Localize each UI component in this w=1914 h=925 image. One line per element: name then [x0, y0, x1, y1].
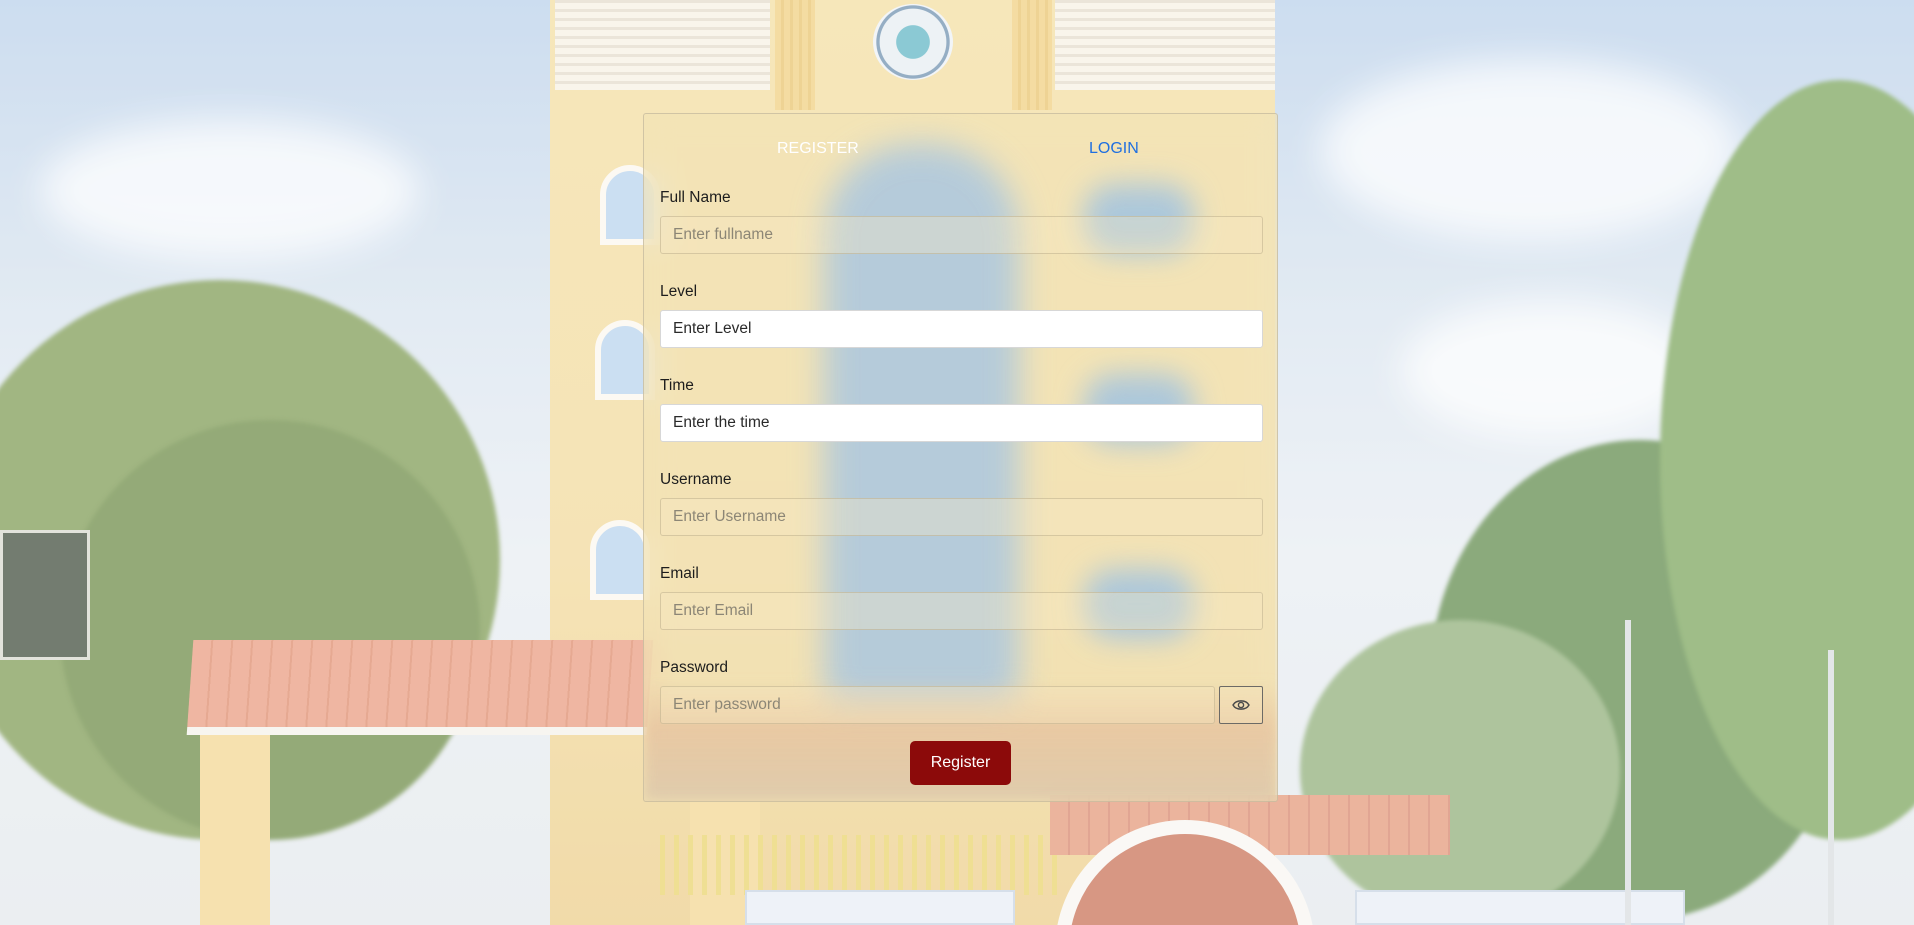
fullname-group: Full Name: [660, 189, 1263, 254]
tab-login[interactable]: LOGIN: [1089, 140, 1139, 158]
username-input[interactable]: [660, 498, 1263, 536]
username-label: Username: [660, 471, 732, 488]
time-group: Time: [660, 377, 1263, 442]
register-card: REGISTER LOGIN Full Name Level Time User…: [643, 113, 1278, 802]
password-group: Password: [660, 659, 1263, 724]
level-group: Level: [660, 283, 1263, 348]
email-input[interactable]: [660, 592, 1263, 630]
username-group: Username: [660, 471, 1263, 536]
password-input[interactable]: [660, 686, 1215, 724]
password-wrapper: [660, 686, 1263, 724]
email-label: Email: [660, 565, 699, 582]
toggle-password-button[interactable]: [1219, 686, 1263, 724]
tab-register[interactable]: REGISTER: [777, 140, 859, 158]
password-label: Password: [660, 659, 729, 676]
time-label: Time: [660, 377, 694, 394]
fullname-input[interactable]: [660, 216, 1263, 254]
time-input[interactable]: [660, 404, 1263, 442]
register-button[interactable]: Register: [910, 741, 1011, 785]
fullname-label: Full Name: [660, 189, 731, 206]
level-input[interactable]: [660, 310, 1263, 348]
email-group: Email: [660, 565, 1263, 630]
auth-tabs: REGISTER LOGIN: [644, 114, 1277, 174]
level-label: Level: [660, 283, 698, 300]
eye-icon: [1232, 700, 1250, 710]
